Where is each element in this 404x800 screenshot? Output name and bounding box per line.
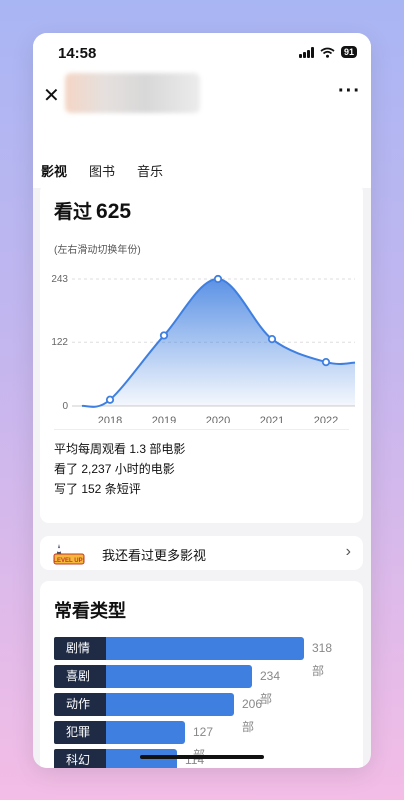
x-tick-label: 2018 xyxy=(98,415,122,423)
profile-header: ✕ ··· 影视 图书 音乐 xyxy=(33,73,371,190)
blurred-user-name xyxy=(65,73,200,113)
watched-title: 看过 625 xyxy=(54,197,131,224)
chart-area xyxy=(82,278,355,407)
x-tick-label: 2021 xyxy=(260,415,284,423)
chart-x-ticks: 2018 2019 2020 2021 2022 xyxy=(98,415,338,423)
genre-count: 206部 xyxy=(242,697,263,734)
home-indicator xyxy=(140,755,264,759)
x-tick-label: 2022 xyxy=(314,415,338,423)
watch-stats: 平均每周观看 1.3 部电影 看了 2,237 小时的电影 写了 152 条短评 xyxy=(54,439,185,499)
data-point-2019[interactable] xyxy=(159,331,169,340)
genre-card: 常看类型 剧情318部喜剧234部动作206部犯罪127部科幻114部 xyxy=(40,581,363,768)
more-watched-row[interactable]: LEVEL UP! 我还看过更多影视 › xyxy=(40,536,363,570)
battery-icon: 91 xyxy=(340,46,357,58)
genre-name: 犯罪 xyxy=(54,721,106,744)
more-watched-label: 我还看过更多影视 xyxy=(102,548,207,563)
watched-label: 看过 xyxy=(54,202,93,223)
level-up-badge-icon: LEVEL UP! xyxy=(53,544,85,565)
close-icon[interactable]: ✕ xyxy=(43,83,60,108)
watched-card: 看过 625 (左右滑动切换年份) 0 122 243 2018 2019 2020 202… xyxy=(40,183,363,523)
x-tick-label: 2020 xyxy=(206,415,230,423)
data-point-2021[interactable] xyxy=(267,335,277,344)
data-point-2020[interactable] xyxy=(213,274,223,284)
y-tick-label: 243 xyxy=(51,274,68,285)
y-tick-label: 122 xyxy=(51,337,68,348)
yearly-chart[interactable]: 0 122 243 2018 2019 2020 2021 2022 xyxy=(50,261,355,423)
genre-name: 喜剧 xyxy=(54,665,106,688)
genre-count: 234部 xyxy=(260,669,281,706)
genre-name: 剧情 xyxy=(54,637,106,660)
status-icons: 91 xyxy=(299,46,357,58)
swipe-hint: (左右滑动切换年份) xyxy=(54,245,141,256)
status-time: 14:58 xyxy=(58,45,97,62)
stat-hours: 看了 2,237 小时的电影 xyxy=(54,462,175,476)
y-tick-label: 0 xyxy=(62,401,68,412)
genre-name: 科幻 xyxy=(54,749,106,768)
chevron-right-icon: › xyxy=(345,543,351,560)
wifi-icon xyxy=(320,47,335,58)
more-options-icon[interactable]: ··· xyxy=(338,80,361,103)
status-bar: 14:58 91 xyxy=(33,33,371,73)
watched-count: 625 xyxy=(96,200,132,223)
signal-icon xyxy=(299,46,314,58)
stat-weekly: 平均每周观看 1.3 部电影 xyxy=(54,442,186,456)
data-point-2022[interactable] xyxy=(321,357,331,367)
genre-bar xyxy=(106,721,185,744)
genre-bar xyxy=(106,693,234,716)
genre-bar xyxy=(106,665,252,688)
genre-name: 动作 xyxy=(54,693,106,716)
genre-title: 常看类型 xyxy=(54,601,126,621)
divider xyxy=(54,429,349,430)
x-tick-label: 2019 xyxy=(152,415,176,423)
phone-screen: 14:58 91 ✕ ··· 影视 图书 音乐 看过 625 (左右滑动切换年份) xyxy=(33,33,371,768)
badge-label: LEVEL UP! xyxy=(53,558,84,564)
data-point-2018[interactable] xyxy=(105,395,115,404)
chart-y-ticks: 0 122 243 xyxy=(51,274,68,412)
stat-reviews: 写了 152 条短评 xyxy=(54,482,141,496)
genre-count: 318部 xyxy=(312,641,333,678)
genre-bar xyxy=(106,637,304,660)
